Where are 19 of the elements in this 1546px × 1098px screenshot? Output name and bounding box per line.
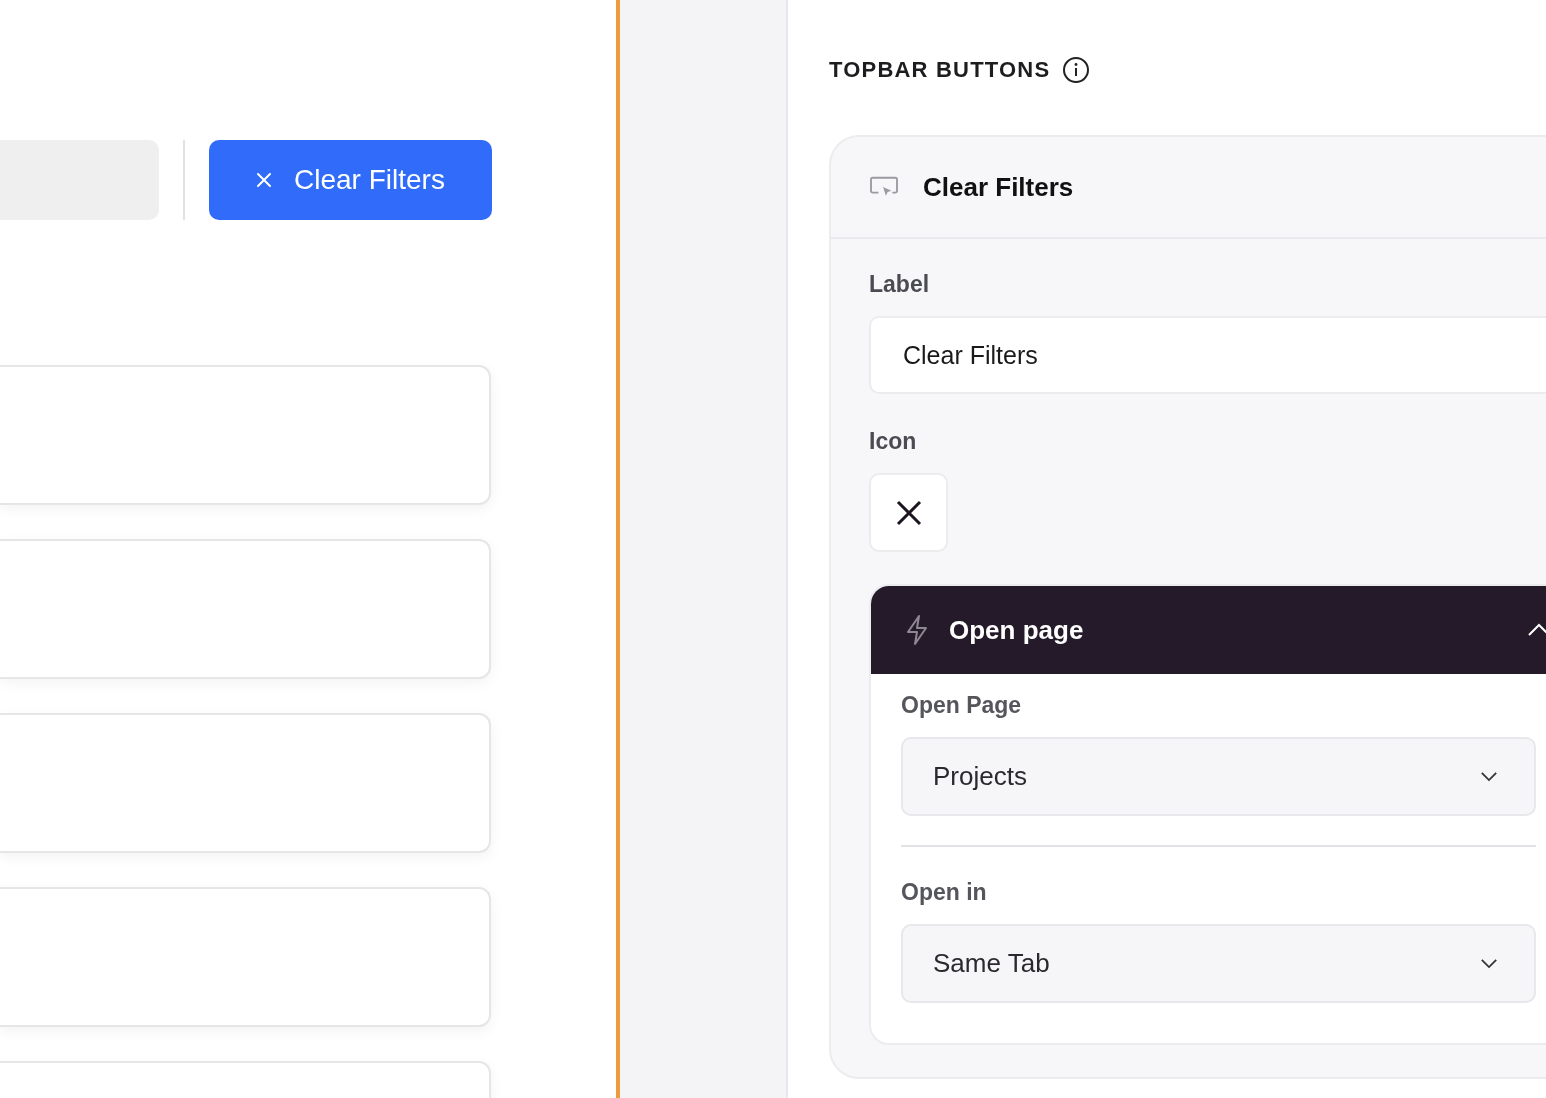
field-label: Open Page (901, 692, 1022, 719)
page-select[interactable]: Projects (901, 737, 1536, 816)
icon-picker[interactable] (869, 473, 948, 552)
field-label: Open in (901, 879, 987, 906)
close-icon (895, 499, 922, 526)
info-icon[interactable] (1062, 56, 1091, 84)
lightning-icon (905, 614, 929, 646)
section-heading: TOPBAR BUTTONS (829, 57, 1051, 83)
open-in-select[interactable]: Same Tab (901, 924, 1536, 1003)
chevron-up-icon[interactable] (1527, 623, 1546, 637)
card-title: Clear Filters (923, 171, 1075, 203)
chevron-down-icon (1480, 958, 1498, 969)
clear-filters-button[interactable]: Clear Filters (209, 140, 492, 220)
field-label: Icon (869, 428, 917, 455)
label-input[interactable]: Clear Filters (869, 316, 1546, 394)
chevron-down-icon (1480, 771, 1498, 782)
field-label: Label (869, 271, 930, 298)
close-icon (256, 172, 273, 188)
action-header[interactable]: Open page (871, 586, 1546, 674)
